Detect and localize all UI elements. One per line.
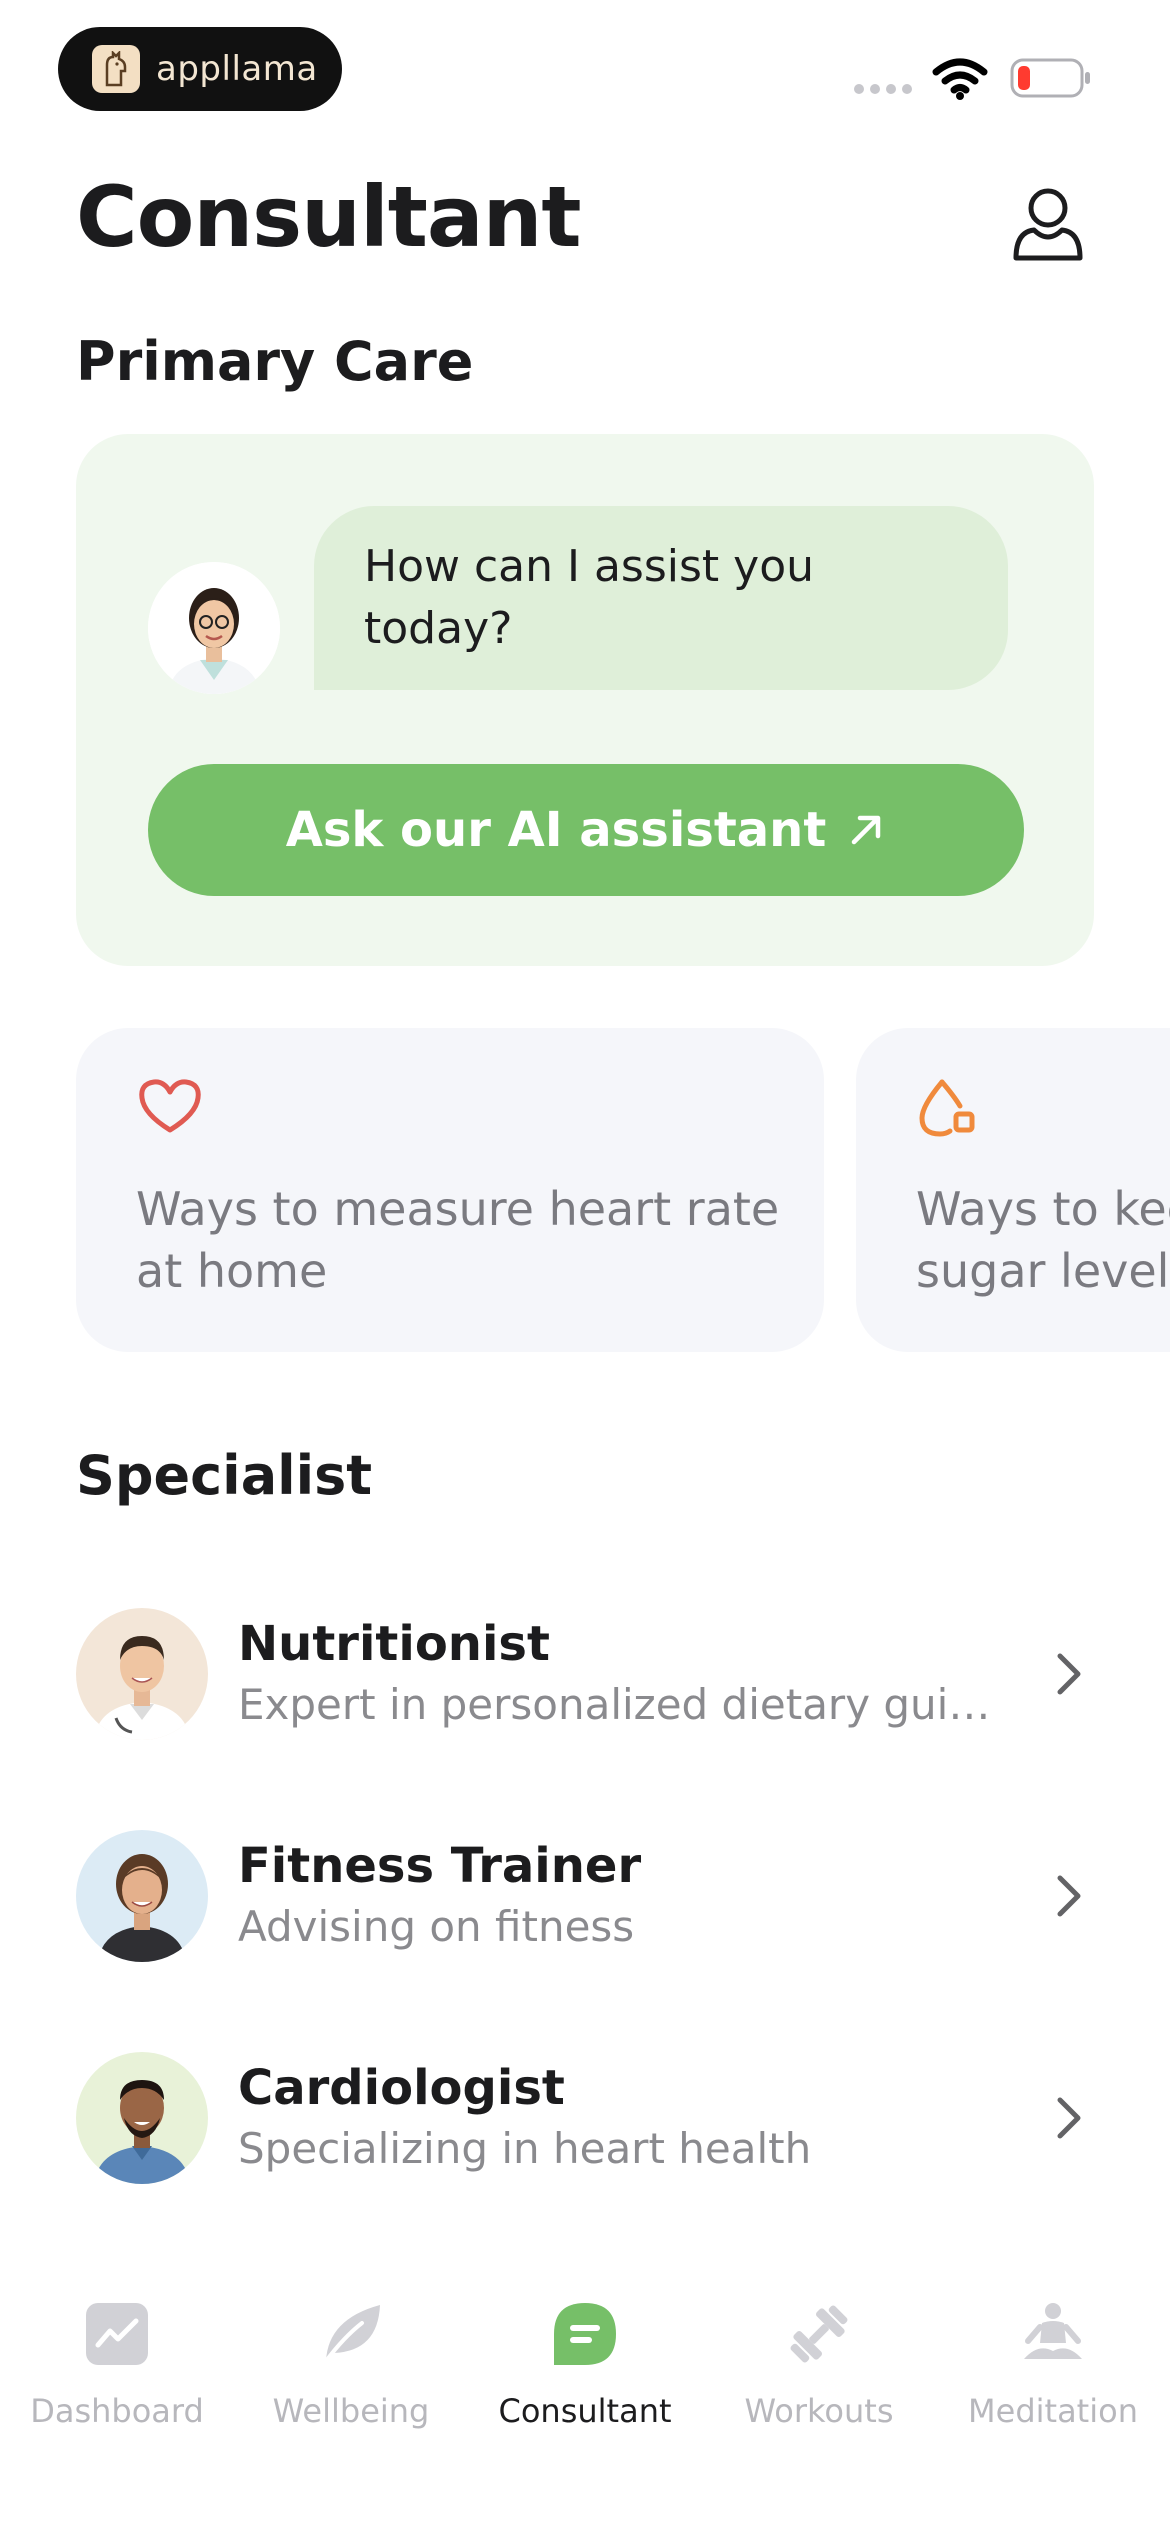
primary-care-card: How can I assist you today? Ask our AI a… xyxy=(76,434,1094,966)
tab-meditation[interactable]: Meditation xyxy=(936,2260,1170,2440)
specialist-description: Advising on fitness xyxy=(238,1902,635,1951)
battery-low-icon xyxy=(1010,58,1090,98)
chevron-right-icon xyxy=(1057,1653,1081,1695)
ask-ai-assistant-label: Ask our AI assistant xyxy=(285,802,827,858)
tab-label: Meditation xyxy=(968,2392,1138,2430)
bottom-tab-bar: Dashboard Wellbeing Consultant Workouts … xyxy=(0,2260,1170,2440)
tab-label: Consultant xyxy=(498,2392,672,2430)
leaf-icon xyxy=(315,2298,387,2370)
wifi-icon xyxy=(932,58,988,100)
blood-drop-icon xyxy=(919,1079,975,1137)
tab-consultant[interactable]: Consultant xyxy=(468,2260,702,2440)
arrow-up-right-icon xyxy=(852,815,881,845)
profile-button[interactable] xyxy=(1010,184,1086,264)
brand-badge: appllama xyxy=(58,27,342,111)
tab-dashboard[interactable]: Dashboard xyxy=(0,2260,234,2440)
page-title: Consultant xyxy=(76,168,582,266)
cellular-signal-icon xyxy=(854,84,912,94)
ask-ai-assistant-button[interactable]: Ask our AI assistant xyxy=(148,764,1024,896)
tip-text: Ways to measure heart rate at home xyxy=(136,1182,780,1298)
tab-label: Workouts xyxy=(744,2392,894,2430)
chevron-right-icon xyxy=(1057,1875,1081,1917)
specialist-description: Specializing in heart health xyxy=(238,2124,812,2173)
specialist-name: Cardiologist xyxy=(238,2060,565,2116)
tab-workouts[interactable]: Workouts xyxy=(702,2260,936,2440)
specialist-name: Nutritionist xyxy=(238,1616,550,1672)
health-tips-carousel[interactable]: Ways to measure heart rate at home Ways … xyxy=(0,1028,1170,1352)
heart-icon xyxy=(139,1079,201,1133)
specialist-description: Expert in personalized dietary guida… xyxy=(238,1680,998,1729)
specialist-row-nutritionist[interactable]: Nutritionist Expert in personalized diet… xyxy=(76,1608,1094,1748)
tip-card-sugar-levels[interactable]: Ways to keep sugar levels xyxy=(856,1028,1170,1352)
assistant-greeting: How can I assist you today? xyxy=(364,541,815,654)
tab-label: Dashboard xyxy=(30,2392,204,2430)
dumbbell-icon xyxy=(783,2298,855,2370)
primary-care-heading: Primary Care xyxy=(76,330,474,393)
chevron-right-icon xyxy=(1057,2097,1081,2139)
avatar xyxy=(76,2052,208,2184)
brand-name: appllama xyxy=(156,49,318,89)
llama-logo-icon xyxy=(92,45,140,93)
tip-text: Ways to keep sugar levels xyxy=(916,1182,1170,1298)
specialist-name: Fitness Trainer xyxy=(238,1838,642,1894)
tab-wellbeing[interactable]: Wellbeing xyxy=(234,2260,468,2440)
avatar xyxy=(76,1608,208,1740)
assistant-message-bubble: How can I assist you today? xyxy=(314,506,1008,690)
doctor-avatar xyxy=(148,562,280,694)
specialist-heading: Specialist xyxy=(76,1444,373,1507)
avatar xyxy=(76,1830,208,1962)
tip-card-heart-rate[interactable]: Ways to measure heart rate at home xyxy=(76,1028,824,1352)
tab-label: Wellbeing xyxy=(272,2392,430,2430)
specialist-row-fitness-trainer[interactable]: Fitness Trainer Advising on fitness xyxy=(76,1830,1094,1970)
status-bar: appllama xyxy=(0,0,1170,120)
specialist-row-cardiologist[interactable]: Cardiologist Specializing in heart healt… xyxy=(76,2052,1094,2192)
meditation-icon xyxy=(1017,2298,1089,2370)
chat-icon xyxy=(549,2298,621,2370)
dashboard-icon xyxy=(81,2298,153,2370)
